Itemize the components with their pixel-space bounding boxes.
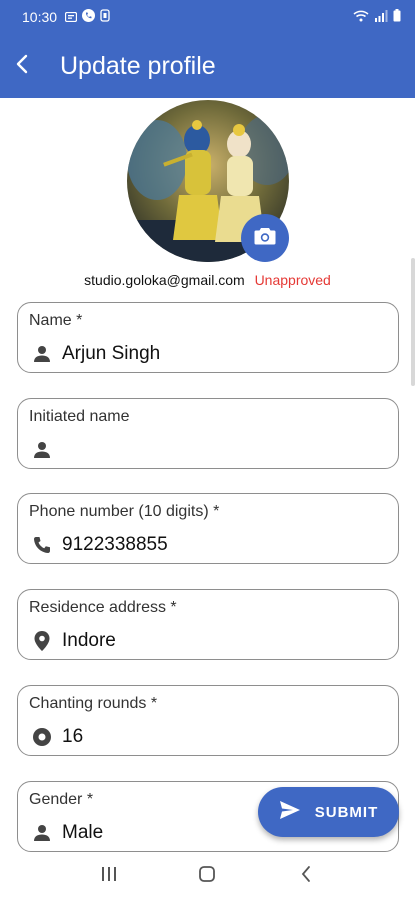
chanting-rounds-field[interactable]: Chanting rounds * 16 xyxy=(17,685,399,756)
name-label: Name * xyxy=(29,312,83,329)
gender-value: Male xyxy=(62,822,104,843)
phone-value: 9122338855 xyxy=(62,534,168,555)
account-email: studio.goloka@gmail.com xyxy=(84,272,245,288)
message-icon xyxy=(64,9,78,25)
phone-icon xyxy=(30,533,54,557)
initiated-name-field[interactable]: Initiated name xyxy=(17,398,399,469)
gender-label: Gender * xyxy=(29,791,94,808)
initiated-name-label: Initiated name xyxy=(29,408,130,425)
change-photo-button[interactable] xyxy=(241,214,289,262)
approval-status: Unapproved xyxy=(254,272,331,288)
phone-icon xyxy=(82,9,96,25)
account-line: studio.goloka@gmail.com Unapproved xyxy=(0,272,415,288)
name-field[interactable]: Name * Arjun Singh xyxy=(17,302,399,373)
back-icon xyxy=(299,865,313,888)
name-value: Arjun Singh xyxy=(62,343,161,364)
system-nav-bar xyxy=(0,852,415,900)
recents-button[interactable] xyxy=(89,856,129,896)
arrow-back-icon xyxy=(12,53,34,80)
chanting-value: 16 xyxy=(62,726,84,747)
submit-label: SUBMIT xyxy=(314,803,379,821)
phone-field[interactable]: Phone number (10 digits) * 9122338855 xyxy=(17,493,399,564)
status-bar: 10:30 xyxy=(0,0,415,34)
home-icon xyxy=(198,865,216,888)
person-icon xyxy=(30,438,54,462)
battery-icon xyxy=(393,9,401,25)
app-bar: Update profile xyxy=(0,34,415,98)
location-icon xyxy=(30,629,54,653)
phone-label: Phone number (10 digits) * xyxy=(29,503,220,520)
send-icon xyxy=(279,800,301,825)
person-icon xyxy=(30,342,54,366)
address-field[interactable]: Residence address * Indore xyxy=(17,589,399,660)
wifi-icon xyxy=(353,9,369,25)
avatar-section xyxy=(127,100,289,262)
camera-icon xyxy=(254,226,276,251)
home-button[interactable] xyxy=(187,856,227,896)
scrollbar[interactable] xyxy=(411,258,415,386)
chanting-icon xyxy=(30,725,54,749)
submit-button[interactable]: SUBMIT xyxy=(258,787,399,837)
signal-icon xyxy=(374,9,388,25)
recents-icon xyxy=(100,866,118,887)
back-button[interactable] xyxy=(0,34,46,98)
address-value: Indore xyxy=(62,630,116,651)
address-label: Residence address * xyxy=(29,599,177,616)
person-icon xyxy=(30,821,54,845)
status-time: 10:30 xyxy=(22,9,58,25)
nav-back-button[interactable] xyxy=(286,856,326,896)
notification-icon xyxy=(100,9,110,25)
page-title: Update profile xyxy=(60,51,216,80)
chanting-label: Chanting rounds * xyxy=(29,695,158,712)
